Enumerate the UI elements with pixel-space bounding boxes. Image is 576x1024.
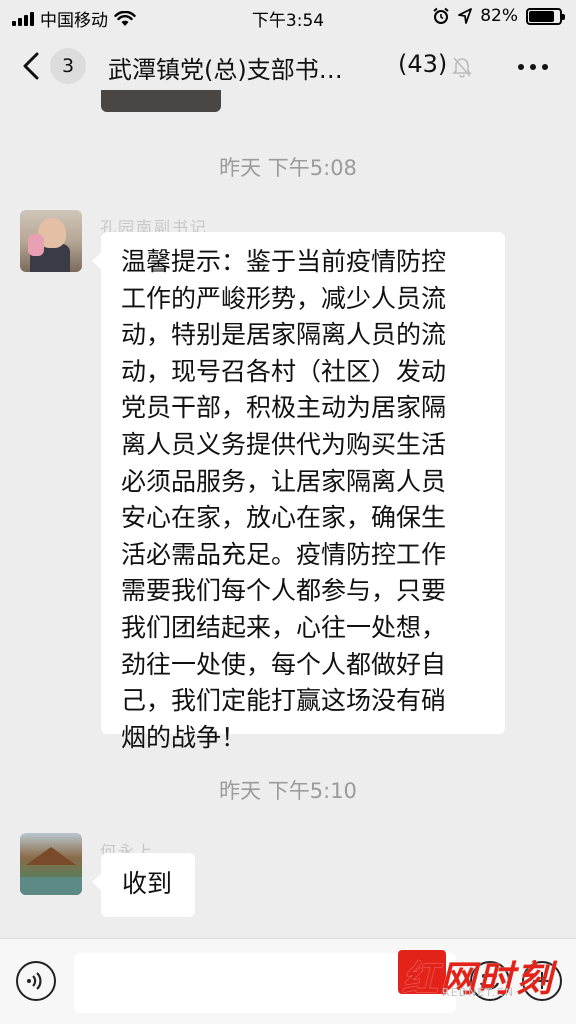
- message-line: 离人员义务提供代为购买生活: [121, 429, 447, 459]
- watermark-subtext: REDNET.CN: [442, 986, 515, 999]
- message-line: 安心在家，放心在家，确保生: [121, 503, 447, 533]
- message-line: 活必需品充足。疫情防控工作: [121, 539, 447, 569]
- message-line: 温馨提示：鉴于当前疫情防控: [121, 247, 447, 276]
- message-bubble[interactable]: 收到: [92, 853, 195, 917]
- message-line: 需要我们每个人都参与，只要: [121, 576, 447, 606]
- message-line: 己，我们定能打赢这场没有硝: [121, 686, 447, 716]
- ellipsis-icon[interactable]: [518, 64, 548, 70]
- chevron-left-icon[interactable]: [20, 52, 42, 80]
- message-bubble[interactable]: 温馨提示：鉴于当前疫情防控 工作的严峻形势，减少人员流 动，特别是居家隔离人员的…: [92, 232, 505, 752]
- message-line: 工作的严峻形势，减少人员流: [121, 283, 447, 313]
- bell-slash-icon: [452, 57, 472, 78]
- battery-fill: [529, 10, 554, 22]
- message-text: 收到: [122, 869, 173, 898]
- message-line: 必须品服务，让居家隔离人员: [121, 466, 447, 496]
- status-right: 82%: [432, 6, 565, 26]
- message-line: 烟的战争！: [121, 722, 247, 752]
- alarm-icon: [433, 7, 449, 24]
- avatar[interactable]: [20, 833, 82, 895]
- battery-percent: 82%: [480, 6, 518, 26]
- avatar[interactable]: [20, 210, 82, 272]
- chat-nav-bar: 3 武潭镇党(总)支部书… (43): [0, 34, 576, 98]
- message-line: 动，特别是居家隔离人员的流: [121, 320, 447, 350]
- voice-icon[interactable]: [16, 961, 56, 1001]
- status-bar: 中国移动 下午3:54 82%: [0, 0, 576, 34]
- location-icon: [458, 8, 473, 24]
- message-line: 动，现号召各村（社区）发动: [121, 356, 447, 386]
- message-line: 劲往一处使，每个人都做好自: [121, 649, 447, 679]
- watermark-logo: 红网时刻 REDNET.CN: [398, 948, 558, 1000]
- message-line: 党员干部，积极主动为居家隔: [121, 393, 447, 423]
- battery-icon: [526, 7, 565, 25]
- unread-count-badge[interactable]: 3: [50, 48, 86, 84]
- message-line: 我们团结起来，心往一处想，: [121, 612, 447, 642]
- timestamp-label: 昨天 下午5:08: [219, 156, 357, 180]
- member-count: (43): [398, 50, 448, 78]
- previous-image-message[interactable]: [101, 90, 221, 112]
- timestamp-label: 昨天 下午5:10: [219, 779, 357, 803]
- chat-title: 武潭镇党(总)支部书…: [108, 56, 343, 84]
